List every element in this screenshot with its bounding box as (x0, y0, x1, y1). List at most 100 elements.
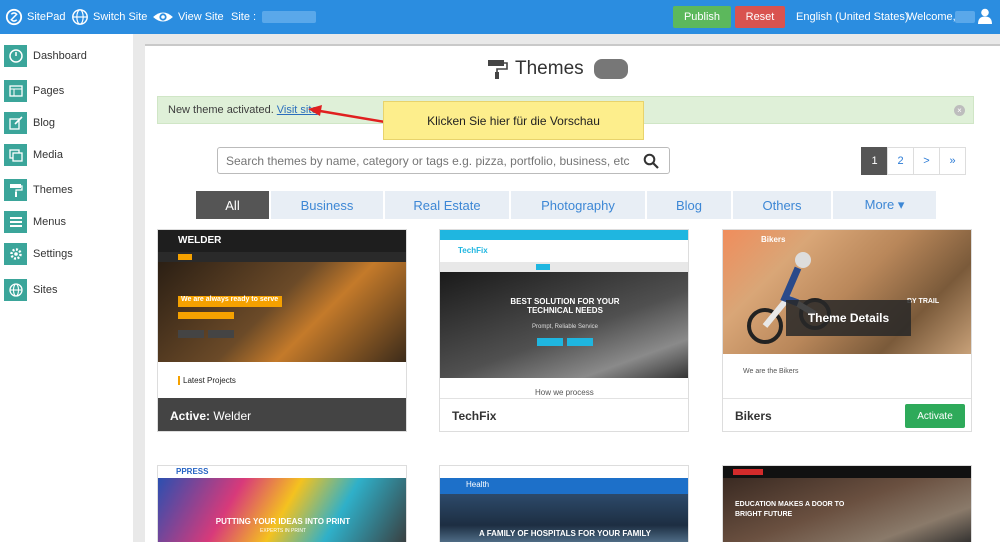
sidebar-item-label: Dashboard (33, 50, 87, 62)
pages-icon (4, 80, 27, 102)
tab-blog[interactable]: Blog (647, 191, 731, 219)
preview-headline: BEST SOLUTION FOR YOUR TECHNICAL NEEDS (510, 297, 620, 315)
theme-search-box (217, 147, 670, 174)
preview-nav (158, 252, 406, 262)
theme-card-bikers[interactable]: Bikers BY TRAIL Theme Details We are the… (722, 229, 972, 432)
reset-button[interactable]: Reset (735, 6, 785, 28)
brand-link[interactable]: SitePad (5, 0, 66, 34)
user-icon[interactable] (978, 8, 992, 24)
sidebar-item-label: Pages (33, 85, 65, 97)
publish-button[interactable]: Publish (673, 6, 731, 28)
tab-business[interactable]: Business (271, 191, 383, 219)
sidebar-item-settings[interactable]: Settings (4, 242, 73, 266)
tab-real-estate[interactable]: Real Estate (385, 191, 509, 219)
top-bar: SitePad Switch Site View Site Site : Pub… (0, 0, 1000, 34)
theme-card-education[interactable]: EDUCATION MAKES A DOOR TO BRIGHT FUTURE (722, 465, 972, 542)
preview-section-title: We are the Bikers (743, 368, 799, 375)
tab-photography[interactable]: Photography (511, 191, 645, 219)
preview-header: PPRESS (158, 466, 406, 478)
welcome-text: Welcome, (907, 11, 956, 23)
media-icon (4, 144, 27, 166)
sidebar-item-label: Settings (33, 248, 73, 260)
site-name-redacted (262, 11, 317, 23)
preview-headline: A FAMILY OF HOSPITALS FOR YOUR FAMILY (478, 529, 652, 538)
menus-icon (4, 211, 27, 233)
sidebar-item-themes[interactable]: Themes (4, 178, 73, 202)
sidebar-item-blog[interactable]: Blog (4, 111, 55, 135)
sidebar-item-label: Menus (33, 216, 67, 228)
preview-tagline: BY TRAIL (907, 298, 940, 305)
card-theme-name: TechFix (452, 409, 497, 423)
preview-brand: WELDER (178, 235, 222, 246)
sidebar-item-pages[interactable]: Pages (4, 79, 64, 103)
tab-all[interactable]: All (196, 191, 269, 219)
preview-hero-image: PUTTING YOUR IDEAS INTO PRINT EXPERTS IN… (158, 478, 406, 542)
preview-hero-image: BEST SOLUTION FOR YOUR TECHNICAL NEEDS P… (440, 272, 688, 378)
sidebar-item-media[interactable]: Media (4, 143, 63, 167)
preview-brand: Bikers (761, 235, 786, 244)
sidebar-item-label: Themes (33, 184, 73, 196)
theme-details-button[interactable]: Theme Details (786, 300, 911, 336)
dashboard-icon (4, 45, 27, 67)
title-toggle[interactable] (593, 59, 628, 79)
preview-brand: Health (466, 480, 490, 489)
page-title: Themes (487, 58, 628, 80)
arrow-icon (308, 105, 386, 124)
sidebar: Dashboard Pages Blog Media Themes Menus … (0, 34, 133, 542)
preview-section-title: How we process (535, 388, 594, 397)
theme-card-techfix[interactable]: TechFix BEST SOLUTION FOR YOUR TECHNICAL… (439, 229, 689, 432)
card-footer: Bikers Activate (723, 398, 971, 431)
preview-section: Latest Projects (158, 362, 406, 398)
card-active-label: Active: Welder (170, 409, 252, 423)
preview-hero-image: EDUCATION MAKES A DOOR TO BRIGHT FUTURE (723, 478, 971, 542)
search-icon[interactable] (643, 153, 659, 169)
activate-button[interactable]: Activate (905, 404, 965, 428)
tab-others[interactable]: Others (733, 191, 831, 219)
view-site-label: View Site (178, 11, 224, 23)
theme-card-health[interactable]: Health A FAMILY OF HOSPITALS FOR YOUR FA… (439, 465, 689, 542)
category-tabs: All Business Real Estate Photography Blo… (196, 191, 938, 219)
theme-card-welder[interactable]: WELDER We are always ready to serve Late… (157, 229, 407, 432)
language-selector[interactable]: English (United States) (796, 11, 909, 23)
switch-site-link[interactable]: Switch Site (71, 0, 147, 34)
blog-icon (4, 112, 27, 134)
preview-header: Health (440, 478, 688, 494)
page-1-button[interactable]: 1 (861, 147, 888, 175)
gear-icon (4, 243, 27, 265)
last-page-button[interactable]: » (939, 147, 966, 175)
sitepad-logo-icon (5, 8, 23, 26)
tab-more[interactable]: More ▾ (833, 191, 936, 219)
sidebar-item-label: Blog (33, 117, 56, 129)
search-input[interactable] (226, 153, 646, 168)
sidebar-item-menus[interactable]: Menus (4, 210, 66, 234)
card-footer: Active: Welder (158, 398, 406, 431)
preview-sub: Prompt, Reliable Service (531, 324, 599, 330)
preview-headline-bar: We are always ready to serve (178, 296, 282, 307)
preview-headline: EDUCATION MAKES A DOOR TO BRIGHT FUTURE (735, 501, 845, 518)
preview-header: TechFix (440, 240, 688, 262)
eye-icon (153, 12, 173, 22)
brand-name: SitePad (27, 11, 66, 23)
close-icon[interactable]: × (954, 105, 965, 116)
preview-header: WELDER (158, 230, 406, 252)
preview-brand: TechFix (458, 246, 488, 255)
username-redacted (955, 11, 975, 23)
paint-roller-icon (488, 60, 508, 79)
preview-headline: PUTTING YOUR IDEAS INTO PRINT (215, 517, 351, 526)
globe-icon (72, 9, 88, 25)
view-site-link[interactable]: View Site (152, 0, 224, 34)
card-footer: TechFix (440, 398, 688, 431)
sidebar-item-sites[interactable]: Sites (4, 278, 57, 302)
preview-hero-image: A FAMILY OF HOSPITALS FOR YOUR FAMILY (440, 494, 688, 542)
page-2-button[interactable]: 2 (887, 147, 914, 175)
switch-site-label: Switch Site (93, 11, 148, 23)
sidebar-item-label: Media (33, 149, 63, 161)
preview-brand: PPRESS (176, 467, 209, 476)
next-page-button[interactable]: > (913, 147, 940, 175)
sidebar-item-dashboard[interactable]: Dashboard (4, 44, 87, 68)
paint-roller-icon (4, 179, 27, 201)
preview-sub: EXPERTS IN PRINT (259, 528, 307, 534)
theme-card-ppress[interactable]: PPRESS PUTTING YOUR IDEAS INTO PRINT EXP… (157, 465, 407, 542)
page-title-text: Themes (515, 58, 584, 79)
site-label: Site : (231, 11, 257, 23)
